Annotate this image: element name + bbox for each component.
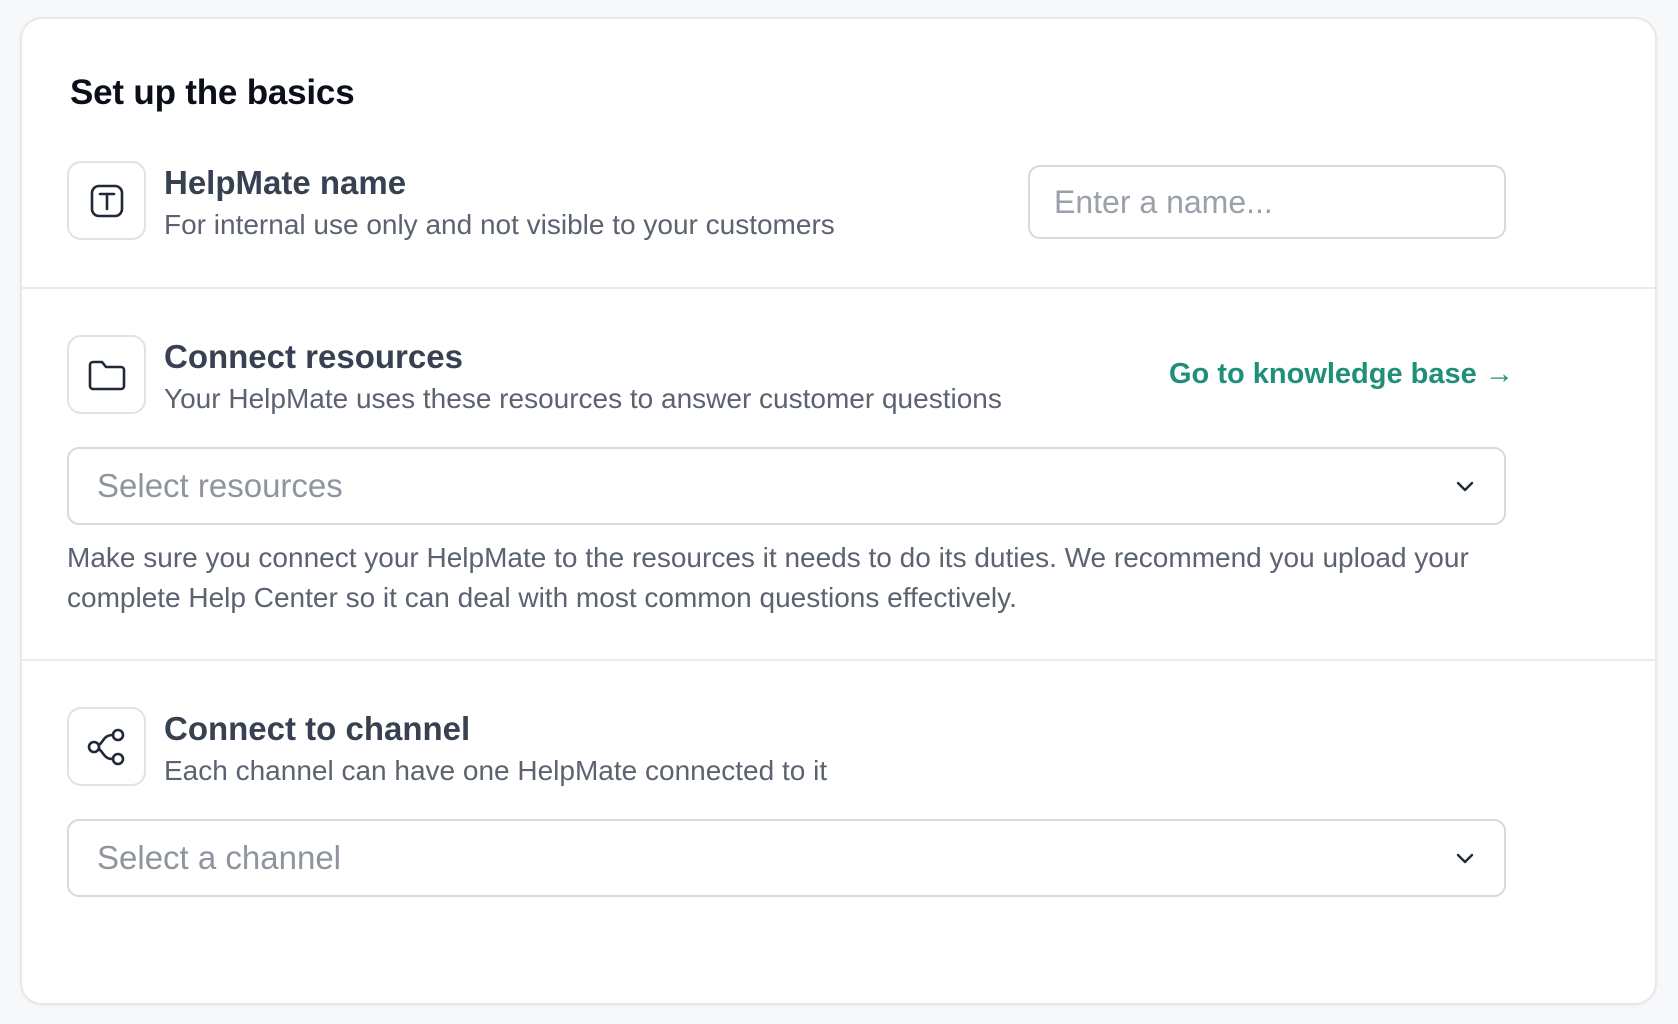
share-nodes-icon [67,707,146,786]
select-channel-placeholder: Select a channel [97,839,342,876]
helpmate-name-input[interactable] [1028,165,1506,239]
helpmate-name-title: HelpMate name [164,164,407,201]
go-to-knowledge-base-link[interactable]: Go to knowledge base → [1169,358,1514,391]
section-divider [22,287,1655,289]
chevron-down-icon [1456,853,1474,864]
text-box-icon [67,161,146,240]
select-resources-placeholder: Select resources [97,467,343,504]
connect-resources-title: Connect resources [164,338,463,375]
select-channel-dropdown[interactable]: Select a channel [67,819,1506,897]
connect-resources-description: Your HelpMate uses these resources to an… [164,383,1002,414]
setup-basics-card: Set up the basics HelpMate name For inte… [20,17,1657,1005]
folder-icon [67,335,146,414]
resources-help-text: Make sure you connect your HelpMate to t… [67,542,1469,613]
chevron-down-icon [1456,481,1474,492]
helpmate-name-description: For internal use only and not visible to… [164,209,835,240]
section-divider [22,659,1655,661]
connect-channel-title: Connect to channel [164,710,471,747]
card-title: Set up the basics [70,73,355,112]
connect-channel-description: Each channel can have one HelpMate conne… [164,755,828,786]
select-resources-dropdown[interactable]: Select resources [67,447,1506,525]
